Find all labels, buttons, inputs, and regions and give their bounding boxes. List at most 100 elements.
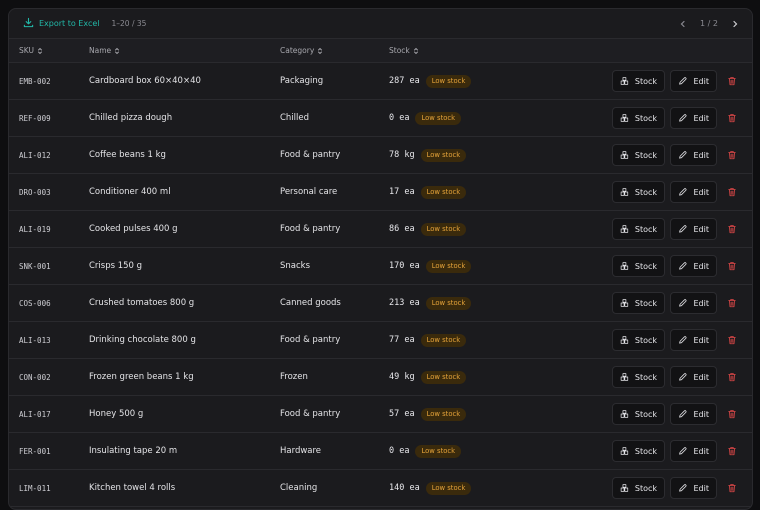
stock-cell: 0 ea Low stock bbox=[389, 433, 462, 469]
sku-cell: ALI-012 bbox=[19, 150, 51, 160]
stock-button-label: Stock bbox=[634, 446, 657, 456]
edit-button[interactable]: Edit bbox=[670, 329, 717, 351]
edit-button-label: Edit bbox=[693, 261, 710, 271]
table-row: FER-001 Insulating tape 20 m Hardware 0 … bbox=[9, 433, 752, 470]
column-header-sku[interactable]: SKU bbox=[19, 46, 43, 55]
column-label-category: Category bbox=[280, 46, 315, 55]
low-stock-badge: Low stock bbox=[420, 222, 467, 236]
edit-button[interactable]: Edit bbox=[670, 292, 717, 314]
edit-button[interactable]: Edit bbox=[670, 440, 717, 462]
category-cell: Frozen bbox=[280, 372, 308, 382]
edit-button-label: Edit bbox=[693, 409, 710, 419]
name-cell: Cardboard box 60×40×40 bbox=[89, 76, 201, 86]
table-row: COS-006 Crushed tomatoes 800 g Canned go… bbox=[9, 285, 752, 322]
stock-button[interactable]: Stock bbox=[612, 329, 665, 351]
table-row: ALI-013 Drinking chocolate 800 g Food & … bbox=[9, 322, 752, 359]
column-header-category[interactable]: Category bbox=[280, 46, 323, 55]
stock-button[interactable]: Stock bbox=[612, 107, 665, 129]
stock-button[interactable]: Stock bbox=[612, 403, 665, 425]
stock-button-label: Stock bbox=[634, 298, 657, 308]
trash-icon bbox=[728, 484, 736, 493]
stock-cell: 0 ea Low stock bbox=[389, 100, 462, 136]
low-stock-badge: Low stock bbox=[420, 407, 467, 421]
chevron-left-icon bbox=[680, 20, 685, 27]
category-cell: Chilled bbox=[280, 113, 310, 123]
table-row: ALI-012 Coffee beans 1 kg Food & pantry … bbox=[9, 137, 752, 174]
stock-cell: 49 kg Low stock bbox=[389, 359, 467, 395]
column-header-stock[interactable]: Stock bbox=[389, 46, 419, 55]
name-cell: Frozen green beans 1 kg bbox=[89, 372, 194, 382]
low-stock-badge: Low stock bbox=[420, 185, 467, 199]
low-stock-badge: Low stock bbox=[415, 444, 462, 458]
prev-page-button[interactable] bbox=[676, 17, 690, 31]
delete-button[interactable] bbox=[724, 478, 740, 498]
delete-button[interactable] bbox=[724, 219, 740, 239]
sku-cell: LIM-011 bbox=[19, 483, 51, 493]
stock-button[interactable]: Stock bbox=[612, 477, 665, 499]
edit-button[interactable]: Edit bbox=[670, 403, 717, 425]
stock-button-label: Stock bbox=[634, 261, 657, 271]
delete-button[interactable] bbox=[724, 367, 740, 387]
boxes-icon bbox=[620, 77, 629, 85]
stock-button-label: Stock bbox=[634, 224, 657, 234]
table-row: SNK-001 Crisps 150 g Snacks 170 ea Low s… bbox=[9, 248, 752, 285]
stock-cell: 287 ea Low stock bbox=[389, 63, 472, 99]
edit-button[interactable]: Edit bbox=[670, 181, 717, 203]
pencil-icon bbox=[679, 373, 687, 381]
edit-button[interactable]: Edit bbox=[670, 70, 717, 92]
delete-button[interactable] bbox=[724, 441, 740, 461]
stock-quantity: 77 ea bbox=[389, 335, 415, 345]
column-header-name[interactable]: Name bbox=[89, 46, 120, 55]
stock-button[interactable]: Stock bbox=[612, 181, 665, 203]
table-row: LIM-011 Kitchen towel 4 rolls Cleaning 1… bbox=[9, 470, 752, 507]
stock-button[interactable]: Stock bbox=[612, 70, 665, 92]
column-label-stock: Stock bbox=[389, 46, 410, 55]
edit-button[interactable]: Edit bbox=[670, 477, 717, 499]
boxes-icon bbox=[620, 410, 629, 418]
stock-button[interactable]: Stock bbox=[612, 218, 665, 240]
delete-button[interactable] bbox=[724, 108, 740, 128]
stock-button[interactable]: Stock bbox=[612, 366, 665, 388]
category-cell: Personal care bbox=[280, 187, 338, 197]
delete-button[interactable] bbox=[724, 404, 740, 424]
stock-button[interactable]: Stock bbox=[612, 440, 665, 462]
sku-cell: EMB-002 bbox=[19, 76, 51, 86]
stock-quantity: 17 ea bbox=[389, 187, 415, 197]
delete-button[interactable] bbox=[724, 330, 740, 350]
edit-button[interactable]: Edit bbox=[670, 218, 717, 240]
export-button[interactable]: Export to Excel bbox=[23, 17, 100, 30]
edit-button[interactable]: Edit bbox=[670, 144, 717, 166]
sku-cell: CON-002 bbox=[19, 372, 51, 382]
category-cell: Cleaning bbox=[280, 483, 318, 493]
edit-button[interactable]: Edit bbox=[670, 366, 717, 388]
row-actions: Stock Edit bbox=[612, 396, 740, 432]
delete-button[interactable] bbox=[724, 145, 740, 165]
name-cell: Conditioner 400 ml bbox=[89, 187, 171, 197]
name-cell: Honey 500 g bbox=[89, 409, 144, 419]
next-page-button[interactable] bbox=[728, 17, 742, 31]
trash-icon bbox=[728, 410, 736, 419]
stock-button-label: Stock bbox=[634, 150, 657, 160]
pencil-icon bbox=[679, 484, 687, 492]
stock-cell: 77 ea Low stock bbox=[389, 322, 467, 358]
name-cell: Crushed tomatoes 800 g bbox=[89, 298, 195, 308]
delete-button[interactable] bbox=[724, 293, 740, 313]
table-body: EMB-002 Cardboard box 60×40×40 Packaging… bbox=[9, 63, 752, 507]
stock-button[interactable]: Stock bbox=[612, 144, 665, 166]
stock-quantity: 287 ea bbox=[389, 76, 420, 86]
category-cell: Packaging bbox=[280, 76, 324, 86]
stock-button[interactable]: Stock bbox=[612, 292, 665, 314]
edit-button[interactable]: Edit bbox=[670, 107, 717, 129]
delete-button[interactable] bbox=[724, 256, 740, 276]
category-cell: Snacks bbox=[280, 261, 311, 271]
column-label-sku: SKU bbox=[19, 46, 34, 55]
boxes-icon bbox=[620, 447, 629, 455]
edit-button[interactable]: Edit bbox=[670, 255, 717, 277]
row-actions: Stock Edit bbox=[612, 322, 740, 358]
delete-button[interactable] bbox=[724, 71, 740, 91]
stock-button[interactable]: Stock bbox=[612, 255, 665, 277]
stock-quantity: 213 ea bbox=[389, 298, 420, 308]
boxes-icon bbox=[620, 484, 629, 492]
delete-button[interactable] bbox=[724, 182, 740, 202]
name-cell: Crisps 150 g bbox=[89, 261, 143, 271]
